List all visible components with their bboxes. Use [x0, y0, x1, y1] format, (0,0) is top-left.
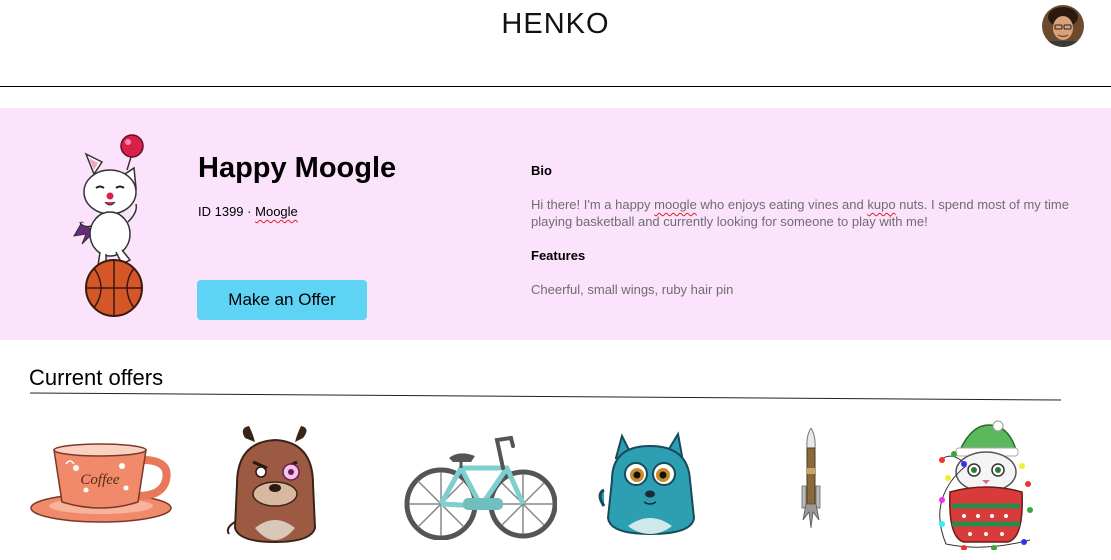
make-offer-button[interactable]: Make an Offer [197, 280, 367, 320]
moogle-icon [73, 134, 144, 317]
top-header: HENKO [0, 0, 1111, 87]
bio-heading: Bio [531, 163, 552, 178]
rocket-icon [801, 427, 821, 529]
bicycle-icon [404, 435, 558, 541]
bio-text: Hi there! I'm a happy moogle who enjoys … [531, 196, 1101, 230]
offer-item-christmas-cat[interactable] [934, 420, 1036, 551]
pet-id: ID 1399 [198, 204, 244, 219]
pet-name: Happy Moogle [198, 152, 396, 185]
offer-item-bicycle[interactable] [403, 434, 558, 541]
cup-label: Coffee [80, 472, 119, 488]
user-avatar-icon [1042, 5, 1084, 47]
offer-item-rocket[interactable] [800, 427, 822, 530]
current-offers-heading: Current offers [29, 365, 164, 390]
offer-item-brown-dog[interactable] [225, 424, 325, 546]
pet-name-text: Happy Moogle [198, 152, 397, 184]
bio-word-moogle: moogle [654, 197, 697, 212]
features-text: Cheerful, small wings, ruby hair pin [531, 282, 734, 297]
blue-cat-icon [598, 431, 696, 536]
christmas-cat-icon [939, 420, 1033, 551]
offer-item-coffee-cup[interactable]: Coffee [26, 438, 176, 528]
pet-species: Moogle [255, 204, 298, 219]
meta-separator: · [247, 204, 252, 219]
bio-word-kupo: kupo [867, 197, 896, 212]
bio-part: Hi there! I'm a happy [531, 197, 655, 212]
offer-item-blue-cat[interactable] [598, 430, 698, 538]
section-divider [30, 392, 1061, 401]
brand-title[interactable]: HENKO [0, 8, 1111, 41]
bio-part: who enjoys eating vines and [696, 197, 868, 212]
brown-dog-icon [226, 426, 317, 544]
user-avatar[interactable] [1042, 5, 1084, 47]
pet-meta: ID 1399 · Moogle [198, 204, 298, 219]
profile-hero: Happy Moogle ID 1399 · Moogle Make an Of… [0, 108, 1111, 340]
coffee-cup-icon: Coffee [30, 443, 172, 523]
features-heading: Features [531, 248, 586, 263]
